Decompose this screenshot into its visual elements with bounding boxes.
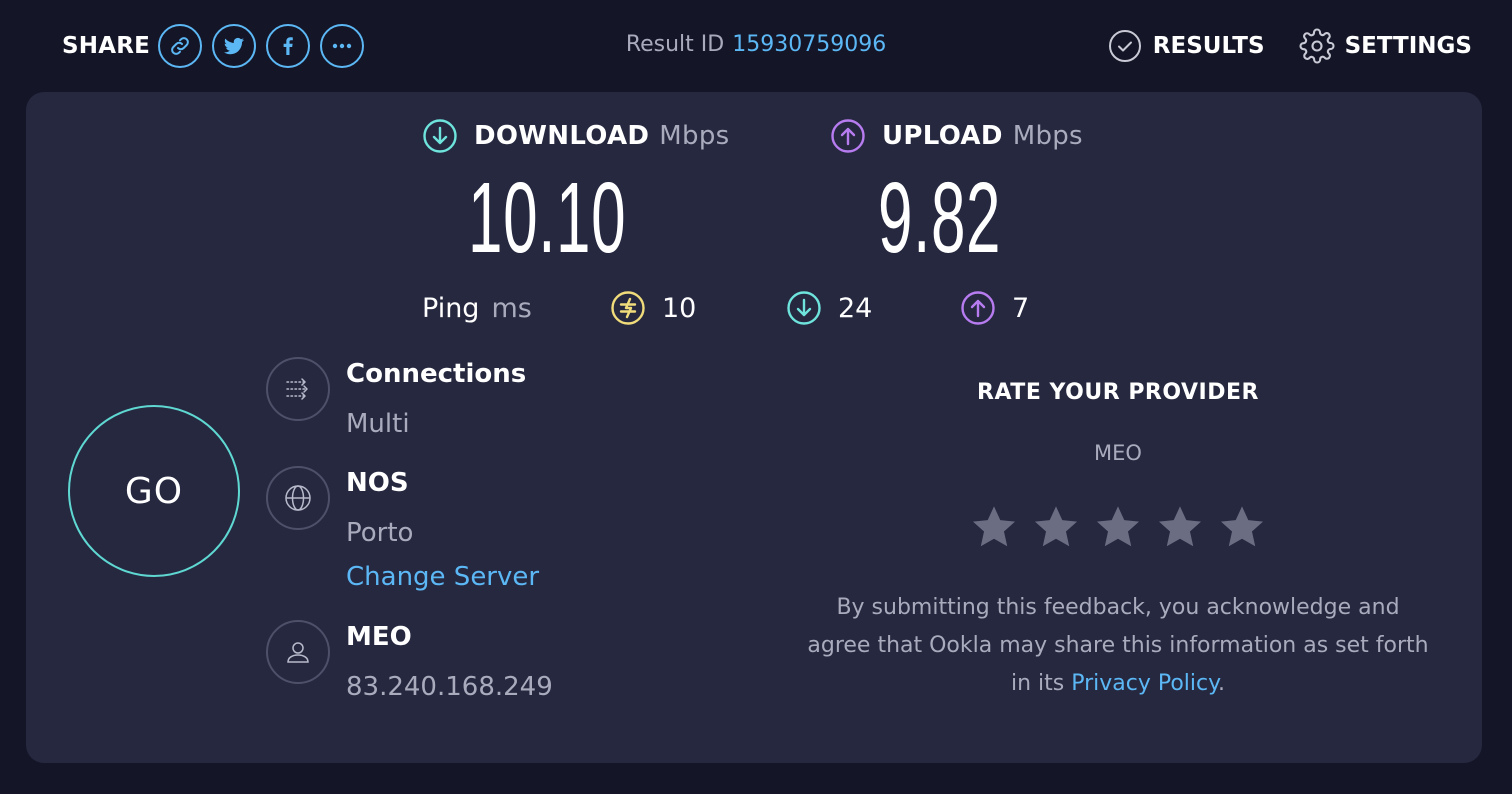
top-nav: RESULTS SETTINGS (1073, 28, 1472, 64)
star-5-icon[interactable] (1216, 501, 1268, 553)
globe-icon (285, 485, 311, 511)
star-1-icon[interactable] (968, 501, 1020, 553)
ping-unit: ms (491, 292, 532, 324)
result-id-label: Result ID (625, 32, 725, 57)
ping-label: Ping (422, 292, 480, 324)
settings-button[interactable]: SETTINGS (1299, 28, 1472, 64)
user-icon (287, 642, 309, 663)
header: SHARE Result ID 15930759096 RESULTS SETT… (0, 0, 1512, 92)
download-label: DOWNLOAD (474, 121, 650, 151)
link-icon (171, 37, 189, 55)
connections-value: Multi (346, 409, 410, 439)
ping-upload-value: 7 (1012, 292, 1030, 324)
upload-speed: UPLOAD Mbps 9.82 (830, 118, 1083, 268)
ping-download: 24 (786, 290, 872, 326)
results-label: RESULTS (1152, 33, 1265, 59)
ping-download-value: 24 (838, 292, 873, 324)
go-button[interactable]: GO (68, 405, 240, 577)
share-label: SHARE (62, 33, 151, 59)
ping-idle: 10 (610, 290, 696, 326)
isp-name: MEO (346, 622, 412, 652)
star-3-icon[interactable] (1092, 501, 1144, 553)
server-name: NOS (346, 468, 409, 498)
ping-idle-icon (611, 291, 645, 325)
disclaimer-end: . (1218, 671, 1226, 696)
rate-title: RATE YOUR PROVIDER (977, 380, 1259, 405)
download-unit: Mbps (659, 121, 730, 151)
ping-row: Ping ms 10 24 7 (422, 288, 1029, 328)
download-speed: DOWNLOAD Mbps 10.10 (422, 118, 729, 268)
share-link-button[interactable] (158, 24, 203, 68)
rate-provider-section: RATE YOUR PROVIDER MEO By submitting thi… (790, 380, 1446, 703)
upload-value: 9.82 (878, 162, 1002, 274)
star-2-icon[interactable] (1030, 501, 1082, 553)
change-server-link[interactable]: Change Server (346, 562, 539, 592)
connections-title: Connections (346, 359, 527, 389)
share-more-button[interactable] (320, 24, 365, 68)
twitter-icon (224, 37, 245, 55)
rate-provider-name: MEO (1094, 441, 1142, 465)
settings-label: SETTINGS (1344, 33, 1472, 59)
result-panel: DOWNLOAD Mbps 10.10 UPLOAD Mbps 9.82 Pin… (26, 92, 1482, 763)
ping-upload-icon (961, 291, 995, 325)
isp-icon-badge (266, 620, 330, 684)
result-id-link[interactable]: 15930759096 (732, 32, 886, 57)
facebook-icon (283, 37, 293, 55)
star-4-icon[interactable] (1154, 501, 1206, 553)
server-location: Porto (346, 518, 414, 548)
download-arrow-icon (423, 119, 457, 153)
isp-ip: 83.240.168.249 (346, 672, 553, 702)
connections-icon (286, 378, 308, 400)
share-twitter-button[interactable] (212, 24, 257, 68)
share-facebook-button[interactable] (266, 24, 311, 68)
ping-upload: 7 (960, 290, 1029, 326)
connections-toggle[interactable] (266, 357, 330, 421)
star-rating (790, 501, 1446, 553)
download-value: 10.10 (468, 162, 627, 274)
gear-icon (1299, 28, 1335, 64)
upload-arrow-icon (831, 119, 865, 153)
server-icon-badge (266, 466, 330, 530)
privacy-policy-link[interactable]: Privacy Policy (1071, 671, 1218, 696)
results-button[interactable]: RESULTS (1107, 28, 1265, 64)
download-header: DOWNLOAD Mbps (422, 118, 729, 154)
more-icon (332, 43, 352, 49)
feedback-disclaimer: By submitting this feedback, you acknowl… (803, 589, 1433, 703)
ping-download-icon (787, 291, 821, 325)
go-label: GO (124, 470, 184, 512)
ping-idle-value: 10 (662, 292, 697, 324)
share-bar: SHARE (62, 22, 365, 70)
upload-header: UPLOAD Mbps (830, 118, 1083, 154)
upload-unit: Mbps (1012, 121, 1083, 151)
upload-label: UPLOAD (882, 121, 1003, 151)
check-circle-icon (1108, 30, 1141, 62)
